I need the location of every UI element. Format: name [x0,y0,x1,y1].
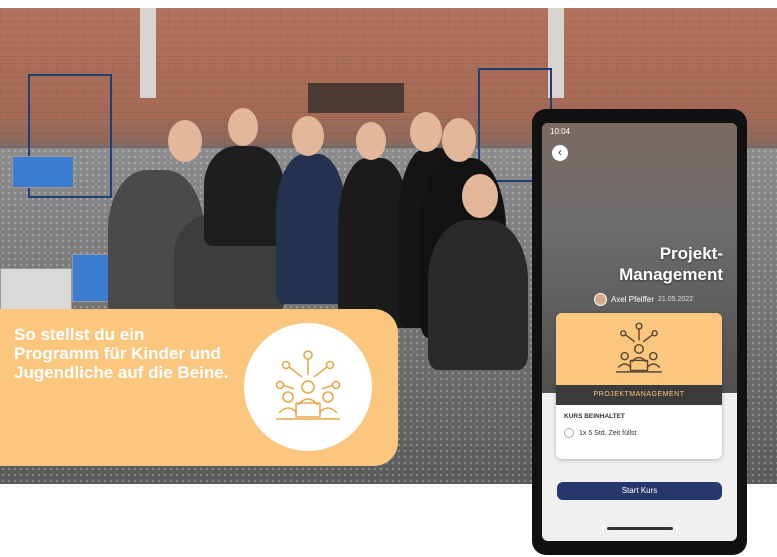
course-image [556,313,722,385]
person-head [410,112,442,152]
course-banner: PROJEKTMANAGEMENT [556,385,722,405]
altar [308,83,404,113]
team-network-icon [616,322,662,373]
person [276,154,346,304]
person-head [442,118,476,162]
course-content-item: 1x 5 Std. Zeit füllst [564,428,714,438]
publish-date: 21.05.2022 [657,296,694,303]
person [204,146,284,246]
course-card[interactable]: PROJEKTMANAGEMENT KURS BEINHALTET 1x 5 S… [556,313,722,459]
status-time: 10:04 [550,127,571,136]
person [428,220,528,370]
person-head [462,174,498,218]
storage-box [12,156,74,188]
person-head [292,116,324,156]
person-head [356,122,386,160]
person-head [228,108,258,146]
clock-icon [564,428,574,438]
course-section-heading: KURS BEINHALTET [564,413,625,420]
course-content-label: 1x 5 Std. Zeit füllst [579,429,637,437]
storage-box [0,268,72,310]
phone-mockup: 10:04 ‹ Projekt-Management Axel Pfeiffer… [532,109,747,555]
promo-card: So stellst du ein Programm für Kinder un… [0,309,398,466]
back-button[interactable]: ‹ [552,145,568,161]
promo-headline: So stellst du ein Programm für Kinder un… [14,325,229,382]
promo-icon-circle [244,323,372,451]
person-head [168,120,202,162]
author-name: Axel Pfeiffer [611,295,654,304]
author-row: Axel Pfeiffer 21.05.2022 [594,293,693,306]
pillar [140,8,156,98]
home-indicator [607,527,673,530]
course-title: Projekt-Management [619,244,723,284]
start-course-button[interactable]: Start Kurs [557,482,722,500]
chevron-left-icon: ‹ [558,145,562,159]
team-network-icon [275,350,341,420]
avatar [594,293,607,306]
phone-screen: 10:04 ‹ Projekt-Management Axel Pfeiffer… [542,123,737,541]
